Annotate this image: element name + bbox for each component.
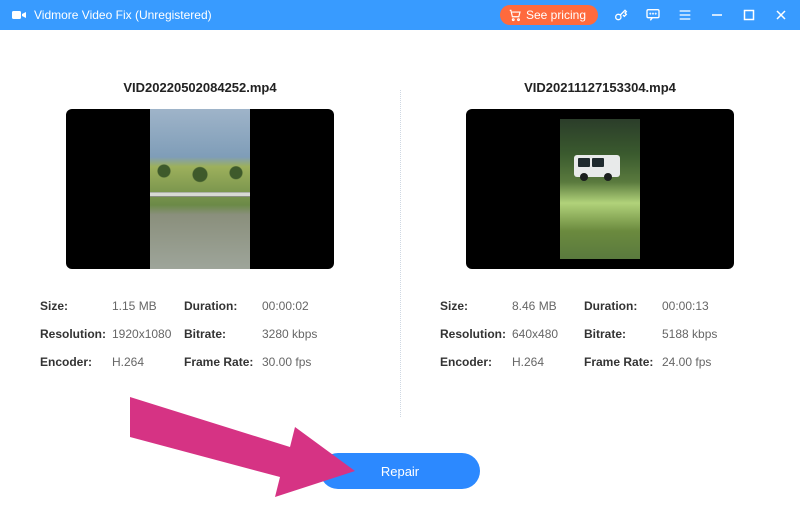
- maximize-button[interactable]: [740, 6, 758, 24]
- minimize-button[interactable]: [708, 6, 726, 24]
- right-filename: VID20211127153304.mp4: [524, 80, 676, 95]
- see-pricing-button[interactable]: See pricing: [500, 5, 598, 25]
- meta-duration-value: 00:00:02: [262, 299, 334, 313]
- meta-resolution-label: Resolution:: [440, 327, 512, 341]
- meta-encoder-label: Encoder:: [440, 355, 512, 369]
- meta-size-value: 8.46 MB: [512, 299, 584, 313]
- right-metadata: Size: 8.46 MB Duration: 00:00:13 Resolut…: [440, 299, 760, 369]
- left-video-thumbnail[interactable]: [66, 109, 334, 269]
- meta-size-label: Size:: [440, 299, 512, 313]
- feedback-icon[interactable]: [644, 6, 662, 24]
- meta-duration-value: 00:00:13: [662, 299, 734, 313]
- meta-duration-label: Duration:: [584, 299, 662, 313]
- panel-divider: [400, 90, 401, 417]
- register-key-icon[interactable]: [612, 6, 630, 24]
- right-video-frame: [560, 119, 640, 259]
- meta-size-label: Size:: [40, 299, 112, 313]
- main-content: VID20220502084252.mp4 Size: 1.15 MB Dura…: [0, 30, 800, 517]
- meta-resolution-value: 640x480: [512, 327, 584, 341]
- app-logo-icon: [10, 6, 28, 24]
- meta-framerate-value: 30.00 fps: [262, 355, 334, 369]
- menu-icon[interactable]: [676, 6, 694, 24]
- meta-resolution-label: Resolution:: [40, 327, 112, 341]
- left-filename: VID20220502084252.mp4: [123, 80, 276, 95]
- meta-bitrate-label: Bitrate:: [184, 327, 262, 341]
- titlebar: Vidmore Video Fix (Unregistered) See pri…: [0, 0, 800, 30]
- meta-framerate-label: Frame Rate:: [584, 355, 662, 369]
- app-title: Vidmore Video Fix (Unregistered): [34, 8, 212, 22]
- see-pricing-label: See pricing: [526, 8, 586, 22]
- meta-framerate-label: Frame Rate:: [184, 355, 262, 369]
- right-video-panel: VID20211127153304.mp4 Size: 8.46 MB Dura…: [400, 30, 800, 517]
- meta-encoder-label: Encoder:: [40, 355, 112, 369]
- meta-bitrate-value: 3280 kbps: [262, 327, 334, 341]
- left-video-frame: [150, 109, 250, 269]
- meta-bitrate-label: Bitrate:: [584, 327, 662, 341]
- left-metadata: Size: 1.15 MB Duration: 00:00:02 Resolut…: [40, 299, 360, 369]
- repair-button[interactable]: Repair: [320, 453, 480, 489]
- meta-duration-label: Duration:: [184, 299, 262, 313]
- left-video-panel: VID20220502084252.mp4 Size: 1.15 MB Dura…: [0, 30, 400, 517]
- meta-encoder-value: H.264: [512, 355, 584, 369]
- right-video-thumbnail[interactable]: [466, 109, 734, 269]
- meta-encoder-value: H.264: [112, 355, 184, 369]
- meta-framerate-value: 24.00 fps: [662, 355, 734, 369]
- meta-resolution-value: 1920x1080: [112, 327, 184, 341]
- meta-bitrate-value: 5188 kbps: [662, 327, 734, 341]
- meta-size-value: 1.15 MB: [112, 299, 184, 313]
- close-button[interactable]: [772, 6, 790, 24]
